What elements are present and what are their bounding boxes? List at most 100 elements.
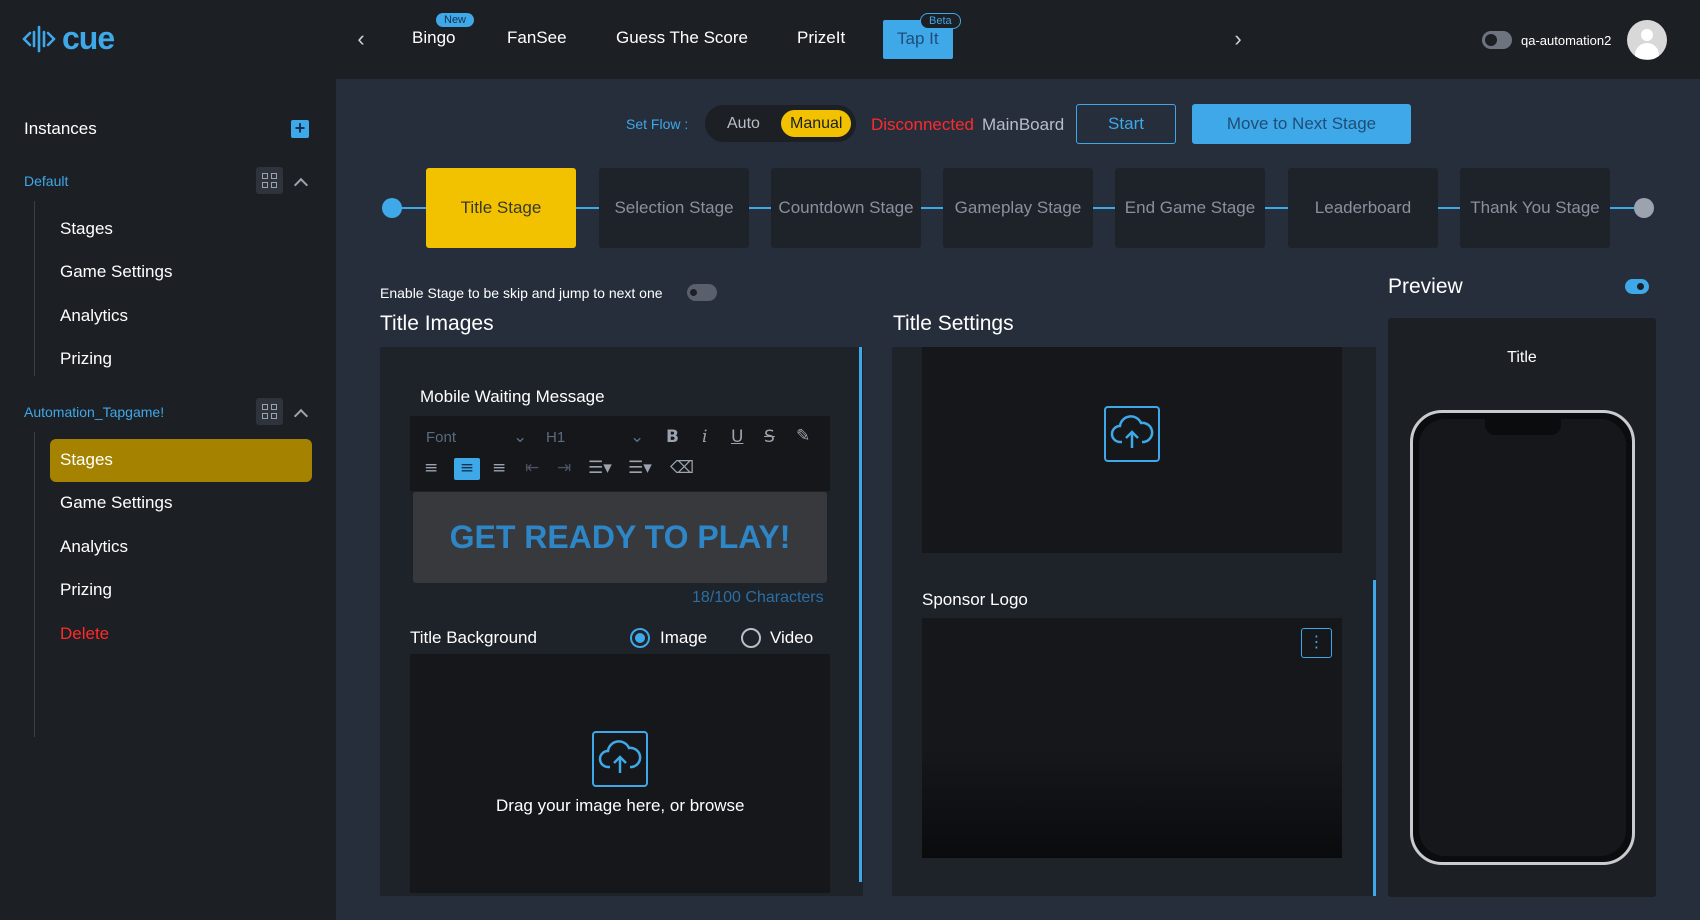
scrollbar[interactable] (859, 347, 862, 882)
sponsor-logo-label: Sponsor Logo (922, 590, 1028, 609)
new-badge: New (436, 13, 475, 27)
tab-label: PrizeIt (797, 28, 846, 47)
group-automation-label[interactable]: Automation_Tapgame! (24, 404, 164, 420)
eraser-icon[interactable]: ⌫ (670, 458, 694, 478)
align-right-icon[interactable]: ≡ (492, 458, 506, 478)
heading-select[interactable]: H1 (546, 429, 565, 446)
mobile-waiting-label: Mobile Waiting Message (420, 387, 605, 406)
char-count: 18/100 Characters (692, 589, 824, 606)
flow-option-auto[interactable]: Auto (727, 115, 760, 133)
stage-end-dot (1634, 198, 1654, 218)
logo-text: cue (62, 20, 115, 56)
tab-label: Tap It (897, 29, 939, 48)
title-background-upload[interactable]: Drag your image here, or browse (410, 654, 830, 893)
preview-title: Title (1507, 349, 1537, 366)
underline-icon[interactable]: U (731, 427, 743, 447)
avatar[interactable] (1627, 20, 1667, 60)
chevron-up-icon[interactable] (294, 175, 306, 187)
board-name: MainBoard (982, 115, 1065, 134)
stage-leaderboard[interactable]: Leaderboard (1288, 168, 1438, 248)
sidebar-item-game-settings[interactable]: Game Settings (60, 262, 172, 282)
italic-icon[interactable]: i (702, 427, 707, 447)
bold-icon[interactable]: B (666, 427, 679, 447)
tab-fansee[interactable]: FanSee (507, 28, 567, 48)
theme-toggle[interactable] (1482, 31, 1512, 49)
chevron-up-icon[interactable] (294, 406, 306, 418)
bullet-list-icon[interactable]: ☰▾ (628, 458, 652, 478)
title-background-label: Title Background (410, 628, 537, 647)
align-left-icon[interactable]: ≡ (424, 458, 438, 478)
radio-image-label: Image (660, 628, 708, 647)
qr-code-icon[interactable] (256, 167, 283, 194)
ordered-list-icon[interactable]: ☰▾ (588, 458, 612, 478)
tab-label: FanSee (507, 28, 567, 47)
stage-start-dot (382, 198, 402, 218)
skip-stage-label: Enable Stage to be skip and jump to next… (380, 285, 663, 301)
more-options-icon[interactable]: ⋮ (1301, 628, 1332, 658)
tab-prizeit[interactable]: PrizeIt (797, 28, 845, 48)
beta-badge: Beta (920, 13, 961, 29)
stage-thank-you[interactable]: Thank You Stage (1460, 168, 1610, 248)
group-default-label[interactable]: Default (24, 173, 68, 189)
title-images-heading: Title Images (380, 312, 494, 335)
instances-title: Instances (24, 119, 97, 138)
top-bar: cue ‹ New Bingo FanSee Guess The Score P… (0, 0, 1700, 79)
upload-cloud-icon (1104, 406, 1160, 462)
tab-label: Bingo (412, 28, 456, 47)
logo[interactable]: cue (22, 20, 115, 57)
sidebar-item-game-settings[interactable]: Game Settings (60, 493, 172, 513)
stage-selection[interactable]: Selection Stage (599, 168, 749, 248)
upload-instructions: Drag your image here, or browse (496, 796, 745, 815)
sidebar-item-stages-active[interactable]: Stages (50, 439, 312, 482)
stage-gameplay[interactable]: Gameplay Stage (943, 168, 1093, 248)
skip-stage-toggle[interactable] (687, 284, 717, 301)
radio-image[interactable] (630, 628, 650, 648)
indent-icon[interactable]: ⇥ (557, 458, 571, 478)
tab-bingo[interactable]: New Bingo (412, 13, 475, 48)
phone-screen (1419, 419, 1626, 856)
username: qa-automation2 (1521, 33, 1612, 48)
start-button[interactable]: Start (1076, 104, 1176, 144)
tab-label: Guess The Score (616, 28, 748, 47)
flow-option-manual[interactable]: Manual (781, 110, 852, 137)
sidebar-item-stages[interactable]: Stages (60, 219, 113, 239)
title-settings-heading: Title Settings (893, 312, 1014, 335)
preview-heading: Preview (1388, 275, 1463, 298)
brush-icon[interactable]: ✎ (796, 426, 810, 446)
chevron-down-icon[interactable]: ⌄ (513, 427, 527, 447)
qr-code-icon[interactable] (256, 398, 283, 425)
strikethrough-icon[interactable]: S (764, 427, 775, 447)
nav-next-arrow-icon[interactable]: › (1229, 26, 1247, 52)
phone-mockup (1410, 410, 1635, 865)
nav-prev-arrow-icon[interactable]: ‹ (352, 26, 370, 52)
outdent-icon[interactable]: ⇤ (525, 458, 539, 478)
tab-guess-the-score[interactable]: Guess The Score (616, 28, 748, 48)
tab-tap-it[interactable]: Beta Tap It (883, 13, 961, 59)
add-instance-button[interactable]: + (291, 119, 309, 138)
radio-video[interactable] (741, 628, 761, 648)
sidebar-item-prizing[interactable]: Prizing (60, 580, 112, 600)
preview-toggle[interactable] (1625, 279, 1649, 294)
radio-video-label: Video (770, 628, 814, 647)
sidebar-item-delete[interactable]: Delete (60, 624, 109, 644)
flow-mode-toggle[interactable]: Auto Manual (705, 105, 856, 142)
scrollbar[interactable] (1373, 580, 1376, 896)
sidebar-item-analytics[interactable]: Analytics (60, 306, 128, 326)
upload-cloud-icon (592, 731, 648, 787)
editor-toolbar: Font ⌄ H1 ⌄ B i U S ✎ ≡ ≡ ≡ ⇤ ⇥ ☰▾ ☰▾ ⌫ (410, 416, 830, 491)
align-center-icon[interactable]: ≡ (454, 458, 480, 480)
move-to-next-stage-button[interactable]: Move to Next Stage (1192, 104, 1411, 144)
sponsor-logo-image (922, 618, 1342, 858)
phone-notch (1485, 419, 1561, 435)
stage-title[interactable]: Title Stage (426, 168, 576, 248)
stage-countdown[interactable]: Countdown Stage (771, 168, 921, 248)
chevron-down-icon[interactable]: ⌄ (630, 427, 644, 447)
set-flow-label: Set Flow : (626, 116, 689, 132)
title-image-upload[interactable] (922, 347, 1342, 553)
sidebar-item-analytics[interactable]: Analytics (60, 537, 128, 557)
connection-status: Disconnected (871, 115, 975, 134)
stage-end-game[interactable]: End Game Stage (1115, 168, 1265, 248)
font-select[interactable]: Font (426, 429, 456, 446)
mobile-waiting-editor[interactable]: GET READY TO PLAY! (413, 492, 827, 583)
sidebar-item-prizing[interactable]: Prizing (60, 349, 112, 369)
